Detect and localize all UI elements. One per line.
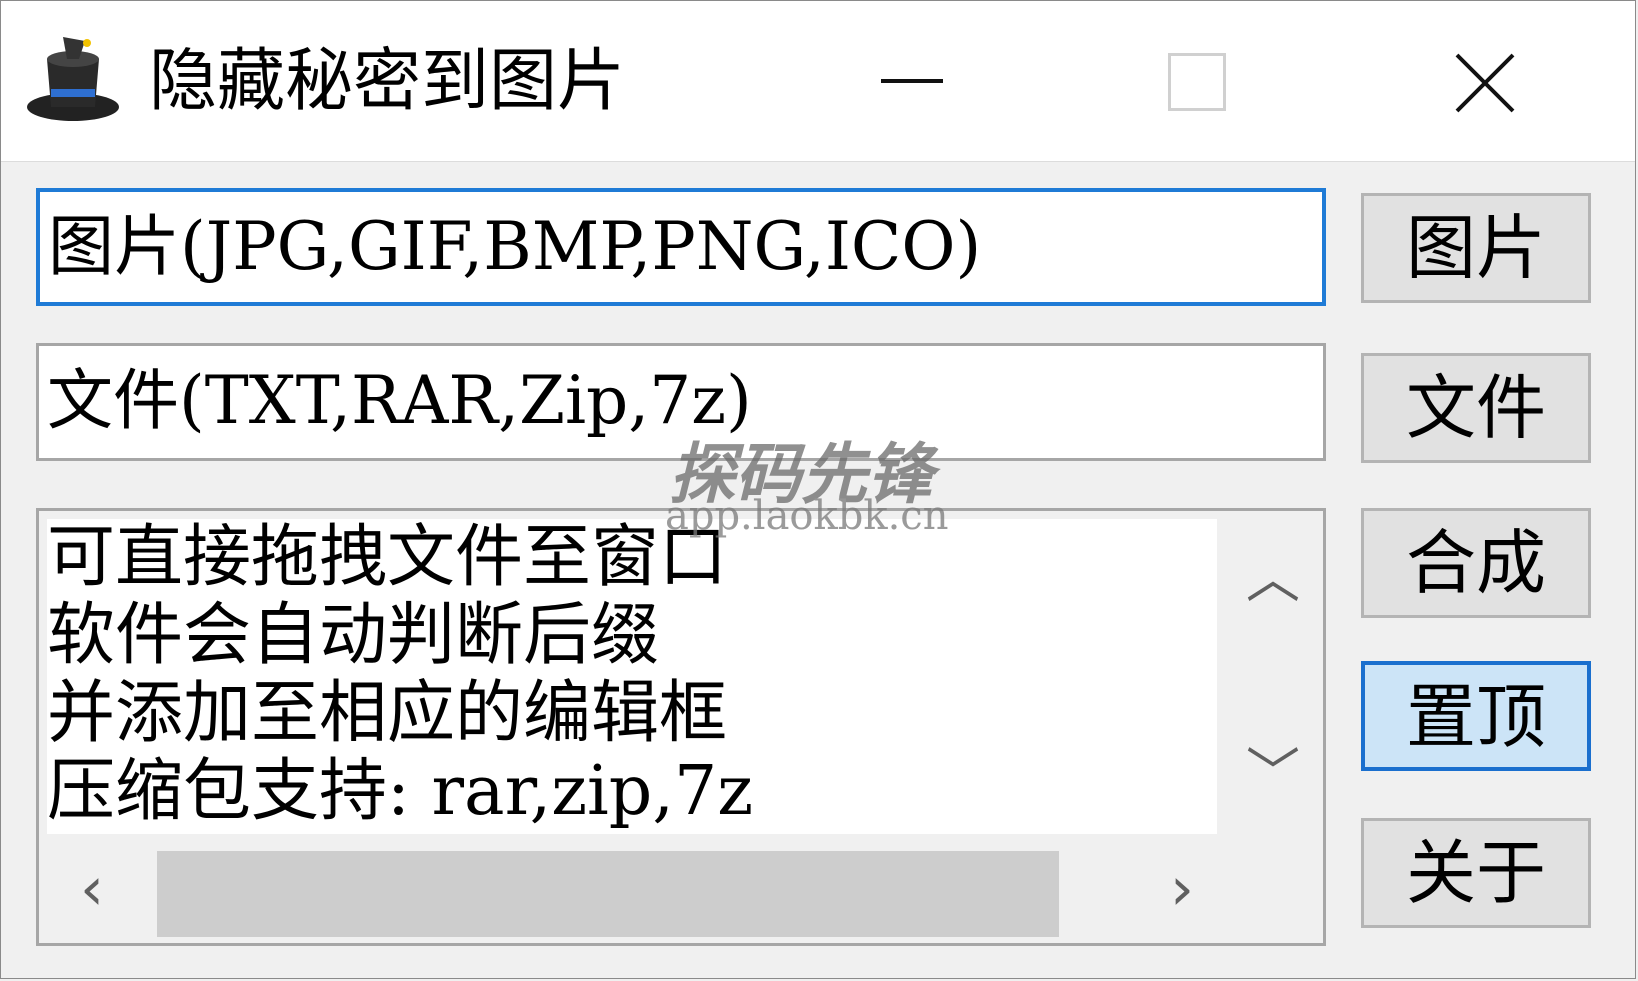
main-window: 隐藏秘密到图片 图片(JPG,GIF,BMP,PNG,ICO) 文件(TXT,R… [0, 0, 1636, 979]
select-image-button[interactable]: 图片 [1361, 193, 1591, 303]
scroll-down-icon[interactable]: ﹀ [1229, 734, 1317, 814]
title-bar[interactable]: 隐藏秘密到图片 [1, 1, 1635, 162]
close-icon [1455, 53, 1515, 113]
memo-line: 压缩包支持: rar,zip,7z [47, 752, 754, 831]
pin-top-button[interactable]: 置顶 [1361, 661, 1591, 771]
minimize-button[interactable] [837, 1, 987, 161]
horizontal-scroll-thumb[interactable] [157, 851, 1059, 937]
memo-line: 软件会自动判断后缀 [47, 596, 660, 675]
memo-line: 并添加至相应的编辑框 [47, 674, 728, 753]
vertical-scrollbar[interactable]: ︿ ﹀ [1229, 519, 1317, 834]
scroll-right-icon[interactable]: › [1137, 841, 1227, 937]
maximize-icon [1168, 53, 1226, 111]
file-path-field[interactable]: 文件(TXT,RAR,Zip,7z) [36, 343, 1326, 461]
memo-line: 可直接拖拽文件至窗口 [47, 519, 728, 597]
select-file-button[interactable]: 文件 [1361, 353, 1591, 463]
merge-button[interactable]: 合成 [1361, 508, 1591, 618]
horizontal-scrollbar[interactable]: ‹ › [47, 841, 1227, 937]
window-title: 隐藏秘密到图片 [149, 42, 626, 121]
image-path-field[interactable]: 图片(JPG,GIF,BMP,PNG,ICO) [36, 188, 1326, 306]
magic-hat-icon [27, 37, 119, 121]
scroll-left-icon[interactable]: ‹ [47, 841, 137, 937]
memo-text-area[interactable]: 可直接拖拽文件至窗口 软件会自动判断后缀 并添加至相应的编辑框 压缩包支持: r… [47, 519, 1217, 834]
info-memo[interactable]: 可直接拖拽文件至窗口 软件会自动判断后缀 并添加至相应的编辑框 压缩包支持: r… [36, 508, 1326, 946]
close-button[interactable] [1411, 1, 1561, 161]
minimize-icon [881, 79, 943, 83]
maximize-button[interactable] [1122, 1, 1272, 161]
scroll-up-icon[interactable]: ︿ [1229, 539, 1317, 619]
about-button[interactable]: 关于 [1361, 818, 1591, 928]
